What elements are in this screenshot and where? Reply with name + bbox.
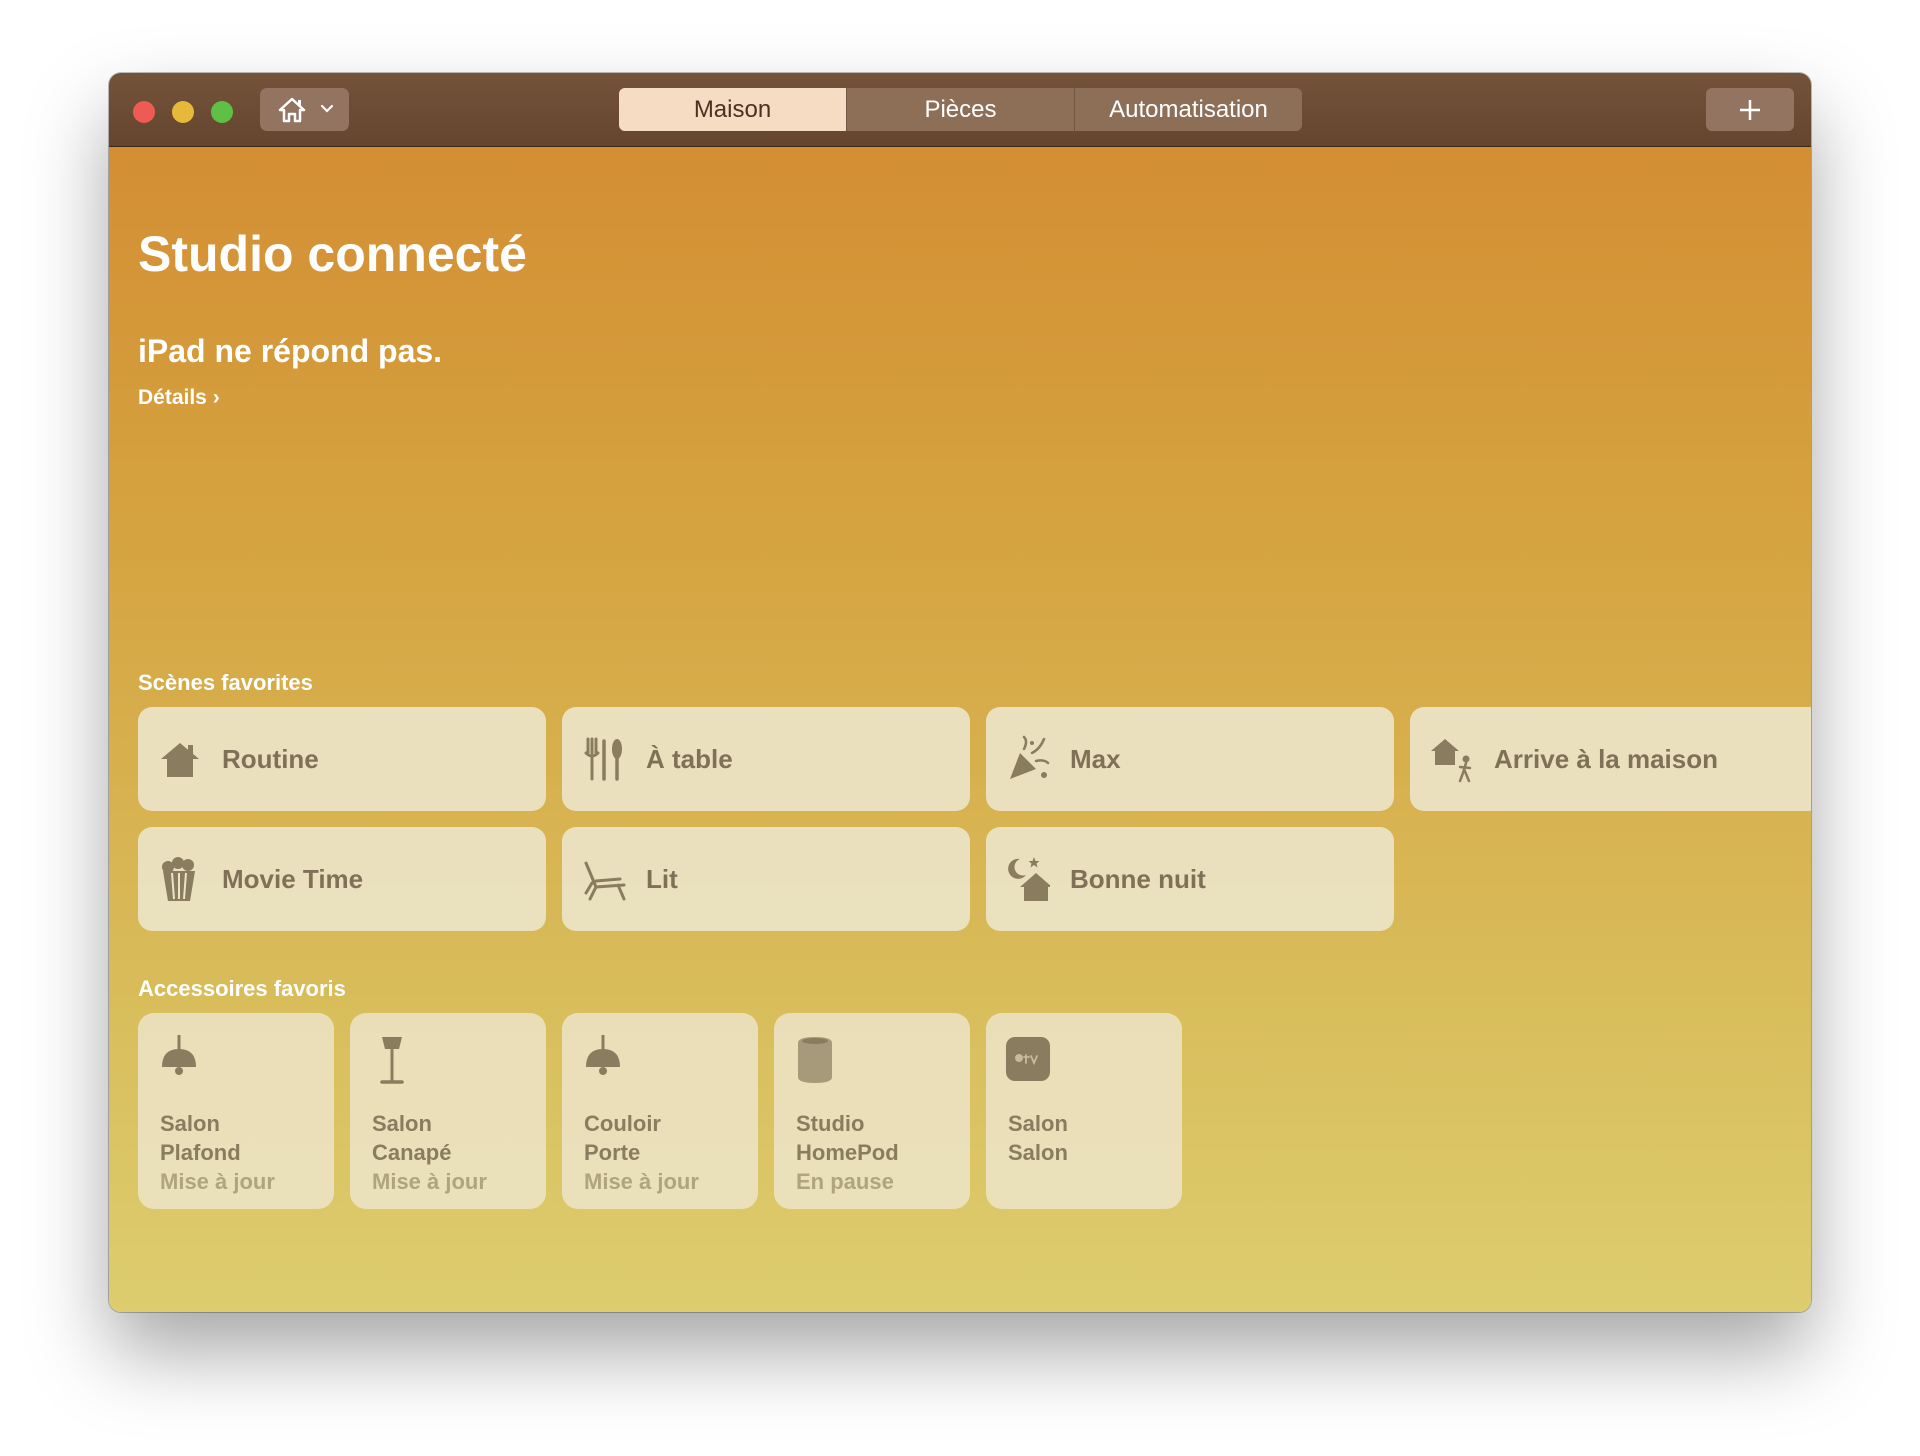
scene-tile-arrive-home[interactable]: Arrive à la maison [1410, 707, 1811, 811]
accessory-room: Salon [372, 1111, 432, 1136]
tab-maison[interactable]: Maison [619, 88, 846, 131]
accessory-tile-salon-salon[interactable]: Salon Salon [986, 1013, 1182, 1209]
scene-label: Routine [222, 744, 319, 774]
cutlery-icon [584, 737, 622, 781]
home-app-window: Maison Pièces Automatisation Studio conn… [109, 73, 1811, 1312]
ceiling-lamp-icon [586, 1035, 620, 1075]
scene-tile-bonne-nuit[interactable]: Bonne nuit [986, 827, 1394, 931]
minimize-window-button[interactable] [172, 101, 194, 123]
popcorn-icon [162, 857, 195, 901]
good-night-icon [1008, 857, 1050, 901]
scene-tile-a-table[interactable]: À table [562, 707, 970, 811]
titlebar: Maison Pièces Automatisation [109, 73, 1811, 147]
accessory-room: Studio [796, 1111, 865, 1136]
floor-lamp-icon [380, 1037, 404, 1084]
accessory-room: Salon [1008, 1111, 1068, 1136]
scene-label: Movie Time [222, 864, 364, 894]
accessory-tile-studio-homepod[interactable]: Studio HomePod En pause [774, 1013, 970, 1209]
accessory-name: Salon [1008, 1140, 1068, 1165]
favorite-scenes-label: Scènes favorites [138, 670, 313, 695]
accessory-status: Mise à jour [160, 1169, 275, 1194]
accessory-status: En pause [796, 1169, 894, 1194]
plus-icon [1740, 100, 1760, 120]
scene-label: Bonne nuit [1070, 864, 1206, 894]
zoom-window-button[interactable] [211, 101, 233, 123]
status-alert: iPad ne répond pas. [138, 333, 443, 369]
favorite-accessories-label: Accessoires favoris [138, 976, 346, 1001]
add-button[interactable] [1706, 88, 1794, 131]
accessory-status: Mise à jour [584, 1169, 699, 1194]
accessory-status: Mise à jour [372, 1169, 487, 1194]
scene-label: Arrive à la maison [1494, 744, 1718, 774]
accessory-name: Plafond [160, 1140, 241, 1165]
scene-label: Max [1070, 744, 1121, 774]
scene-label: Lit [646, 864, 678, 894]
details-link[interactable]: Détails › [138, 386, 220, 410]
tab-pieces[interactable]: Pièces [846, 88, 1074, 131]
accessory-name: HomePod [796, 1140, 899, 1165]
house-icon [161, 743, 199, 777]
scene-tile-routine[interactable]: Routine [138, 707, 546, 811]
accessory-room: Couloir [584, 1111, 661, 1136]
scene-label: À table [646, 744, 733, 774]
home-selector-button[interactable] [260, 88, 349, 131]
chevron-down-icon [320, 104, 334, 113]
accessory-name: Canapé [372, 1140, 452, 1165]
accessory-tile-salon-plafond[interactable]: Salon Plafond Mise à jour [138, 1013, 334, 1209]
accessory-tile-salon-canape[interactable]: Salon Canapé Mise à jour [350, 1013, 546, 1209]
accessory-room: Salon [160, 1111, 220, 1136]
apple-tv-icon [1006, 1037, 1050, 1081]
view-segmented-control: Maison Pièces Automatisation [619, 88, 1302, 131]
party-popper-icon [1010, 735, 1050, 779]
house-icon [278, 97, 306, 123]
homepod-icon [798, 1037, 832, 1083]
home-title: Studio connecté [138, 226, 527, 282]
close-window-button[interactable] [133, 101, 155, 123]
scene-tile-movie-time[interactable]: Movie Time [138, 827, 546, 931]
accessory-tile-couloir-porte[interactable]: Couloir Porte Mise à jour [562, 1013, 758, 1209]
tab-automatisation[interactable]: Automatisation [1074, 88, 1302, 131]
lounge-chair-icon [584, 861, 626, 901]
ceiling-lamp-icon [162, 1035, 196, 1075]
scene-tile-max[interactable]: Max [986, 707, 1394, 811]
arrive-home-icon [1431, 739, 1472, 783]
scene-tile-lit[interactable]: Lit [562, 827, 970, 931]
accessory-name: Porte [584, 1140, 641, 1165]
